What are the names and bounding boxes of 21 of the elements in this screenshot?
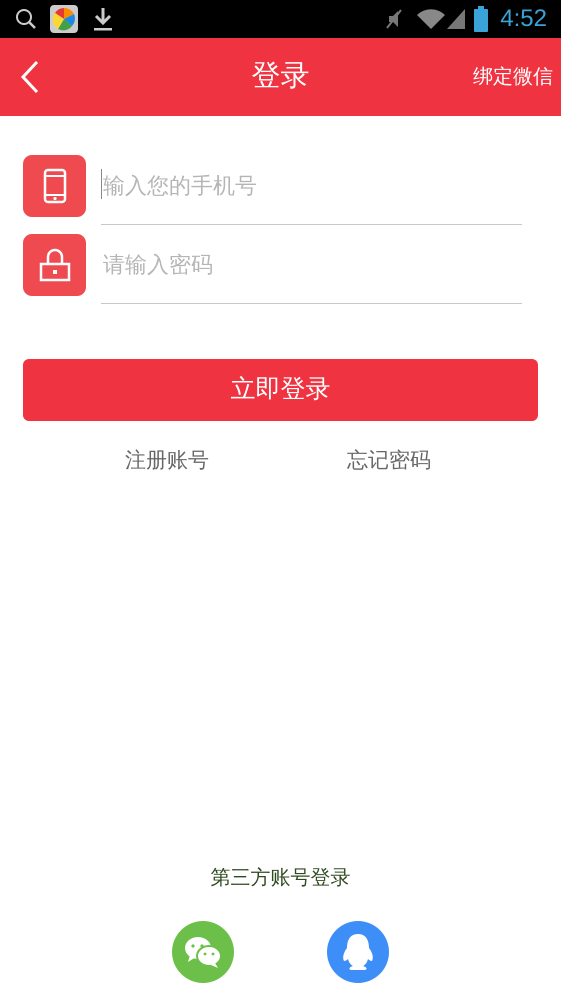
chat-bubbles-icon [183, 935, 223, 969]
third-party-login-label: 第三方账号登录 [210, 866, 350, 891]
search-icon [14, 7, 38, 31]
lock-icon [38, 248, 70, 282]
login-button[interactable]: 立即登录 [23, 359, 538, 421]
page-title: 登录 [252, 59, 310, 94]
bind-wechat-button[interactable]: 绑定微信 [473, 62, 561, 92]
penguin-icon [341, 932, 375, 972]
status-time: 4:52 [500, 7, 547, 31]
battery-icon [474, 6, 488, 32]
mute-icon [386, 7, 402, 31]
app-icon [50, 5, 78, 33]
password-input[interactable]: 请输入密码 [101, 244, 522, 284]
back-icon [20, 60, 40, 94]
phone-icon [42, 168, 66, 204]
register-link[interactable]: 注册账号 [125, 445, 209, 476]
download-icon [92, 6, 114, 32]
phone-input[interactable]: 输入您的手机号 [101, 166, 522, 206]
forgot-password-link[interactable]: 忘记密码 [347, 445, 431, 476]
signal-icon [446, 7, 466, 31]
wifi-icon [416, 7, 446, 31]
